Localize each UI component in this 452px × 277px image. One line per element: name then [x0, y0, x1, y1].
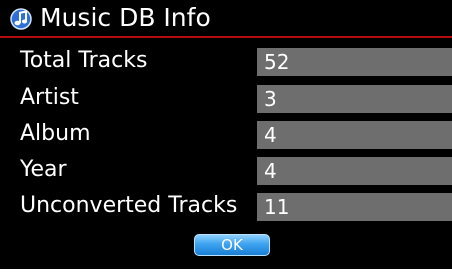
row-value: 4 — [257, 121, 452, 149]
row-total-tracks: Total Tracks 52 — [0, 46, 452, 76]
row-label: Total Tracks — [20, 48, 148, 73]
row-year: Year 4 — [0, 155, 452, 185]
row-value: 3 — [257, 85, 452, 113]
music-db-info-dialog: Music DB Info Total Tracks 52 Artist 3 A… — [0, 0, 452, 269]
row-label: Year — [20, 157, 67, 182]
ok-button[interactable]: OK — [194, 234, 270, 256]
row-label: Album — [20, 121, 91, 146]
row-value: 11 — [257, 193, 452, 221]
row-value: 4 — [257, 157, 452, 185]
row-value: 52 — [257, 48, 452, 76]
title-bar: Music DB Info — [0, 0, 452, 38]
row-unconverted-tracks: Unconverted Tracks 11 — [0, 191, 452, 221]
row-label: Artist — [20, 85, 79, 110]
dialog-title: Music DB Info — [40, 3, 211, 32]
music-note-icon — [8, 7, 34, 31]
row-artist: Artist 3 — [0, 83, 452, 113]
row-album: Album 4 — [0, 119, 452, 149]
row-label: Unconverted Tracks — [20, 193, 238, 218]
